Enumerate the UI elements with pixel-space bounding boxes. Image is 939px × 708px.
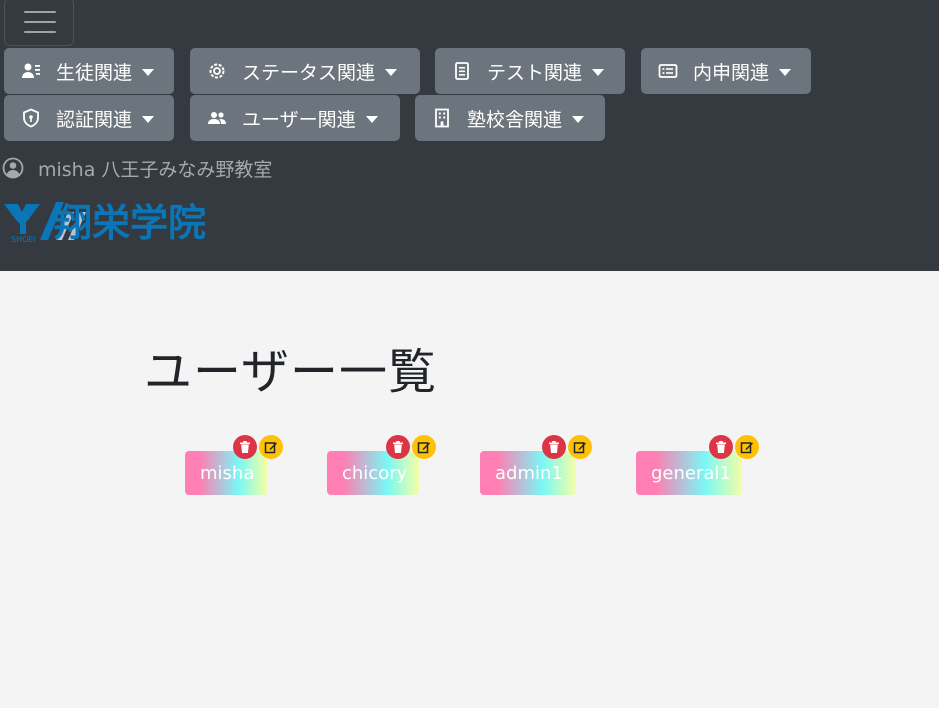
menu-campus-label: 塾校舎関連 xyxy=(467,108,563,131)
edit-icon xyxy=(740,442,753,454)
caret-down-icon xyxy=(592,68,605,76)
caret-down-icon xyxy=(572,115,585,123)
user-circle-icon xyxy=(2,157,24,179)
logo-brand-text: 翔栄学院 xyxy=(54,201,206,245)
menu-users-label: ユーザー関連 xyxy=(242,108,356,131)
caret-down-icon xyxy=(142,68,155,76)
edit-icon xyxy=(264,442,277,454)
user-card-misha[interactable]: misha xyxy=(185,451,267,495)
edit-user-button[interactable] xyxy=(259,435,283,459)
edit-icon xyxy=(417,442,430,454)
menu-auth[interactable]: 認証関連 xyxy=(4,95,174,141)
delete-user-button[interactable] xyxy=(709,435,733,459)
menu-naishin[interactable]: 内申関連 xyxy=(641,48,811,94)
student-list-icon xyxy=(20,60,42,82)
menu-students-label: 生徒関連 xyxy=(56,61,133,84)
menu-status[interactable]: ステータス関連 xyxy=(190,48,420,94)
menu-tests-label: テスト関連 xyxy=(487,61,583,84)
logo-mark-icon: SHOEI 翔栄学院 xyxy=(4,201,206,245)
document-icon xyxy=(451,60,473,82)
caret-down-icon xyxy=(365,115,378,123)
brand-logo[interactable]: SHOEI 翔栄学院 xyxy=(2,198,257,246)
trash-icon xyxy=(240,441,250,453)
menu-students[interactable]: 生徒関連 xyxy=(4,48,174,94)
page-title: ユーザー一覧 xyxy=(144,344,438,400)
users-icon xyxy=(206,107,228,129)
current-user-label: misha 八王子みなみ野教室 xyxy=(38,158,273,181)
navbar-toggle-button[interactable] xyxy=(4,0,74,46)
delete-user-button[interactable] xyxy=(386,435,410,459)
trash-icon xyxy=(716,441,726,453)
delete-user-button[interactable] xyxy=(542,435,566,459)
card-list-icon xyxy=(657,60,679,82)
menu-tests[interactable]: テスト関連 xyxy=(435,48,625,94)
hamburger-icon xyxy=(24,11,56,13)
menu-naishin-label: 内申関連 xyxy=(693,61,770,84)
menu-campus[interactable]: 塾校舎関連 xyxy=(415,95,605,141)
user-card-chicory[interactable]: chicory xyxy=(327,451,419,495)
delete-user-button[interactable] xyxy=(233,435,257,459)
logo-sub-text: SHOEI xyxy=(11,235,36,244)
user-name: general1 xyxy=(651,462,731,484)
user-name: chicory xyxy=(342,462,408,484)
navbar: 生徒関連 ステータス関連 テスト関連 内申関連 認証関連 ユーザー関連 塾校舎関… xyxy=(0,0,939,271)
trash-icon xyxy=(549,441,559,453)
edit-icon xyxy=(573,442,586,454)
menu-status-label: ステータス関連 xyxy=(242,61,376,84)
user-card-admin1[interactable]: admin1 xyxy=(480,451,576,495)
building-icon xyxy=(431,107,453,129)
user-name: admin1 xyxy=(495,462,563,484)
edit-user-button[interactable] xyxy=(735,435,759,459)
current-user: misha 八王子みなみ野教室 xyxy=(2,155,272,181)
menu-auth-label: 認証関連 xyxy=(56,108,133,131)
caret-down-icon xyxy=(142,115,155,123)
menu-users[interactable]: ユーザー関連 xyxy=(190,95,400,141)
caret-down-icon xyxy=(779,68,792,76)
trash-icon xyxy=(393,441,403,453)
user-name: misha xyxy=(200,462,255,484)
gear-icon xyxy=(206,60,228,82)
edit-user-button[interactable] xyxy=(412,435,436,459)
edit-user-button[interactable] xyxy=(568,435,592,459)
shield-icon xyxy=(20,107,42,129)
caret-down-icon xyxy=(385,68,398,76)
